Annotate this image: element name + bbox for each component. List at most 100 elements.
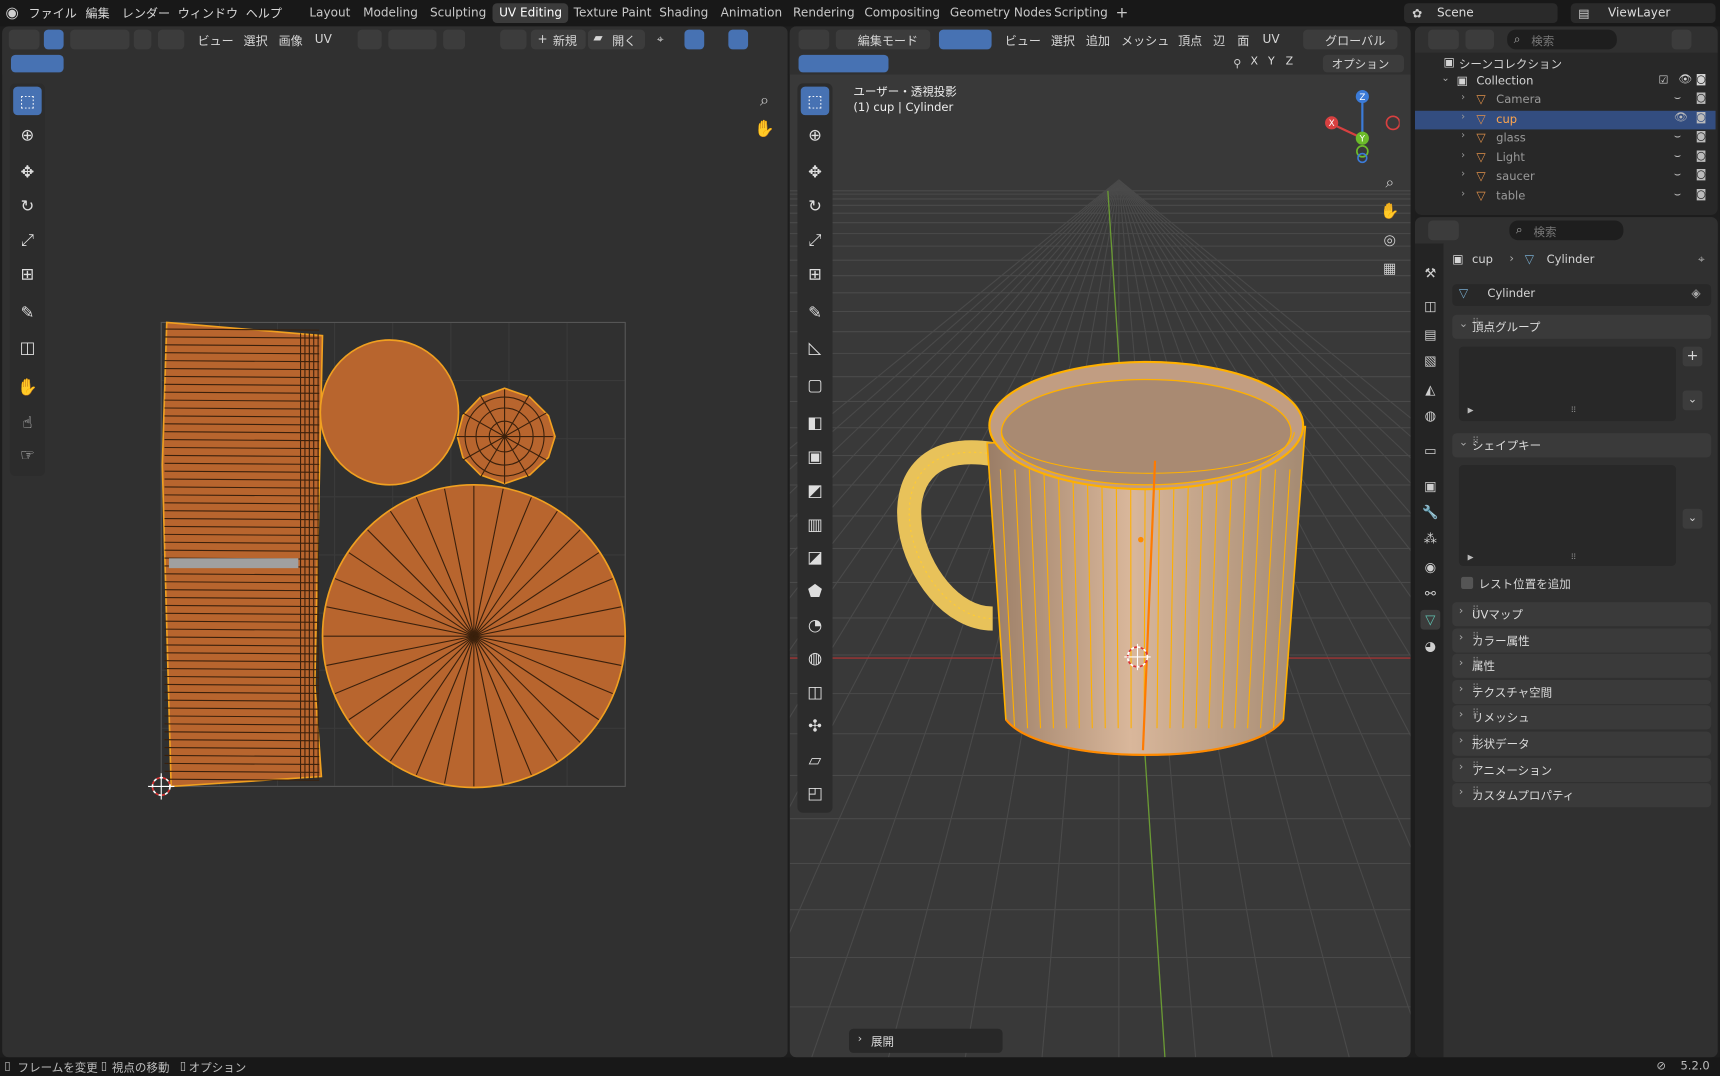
chevron-right-icon[interactable]: › (1461, 131, 1465, 142)
expand-icon[interactable]: ▶ (1468, 406, 1474, 415)
tab-rendering[interactable]: Rendering (786, 3, 861, 23)
checkbox-icon[interactable]: ☑ (1659, 75, 1669, 87)
zoom-icon[interactable]: ⌕ (1378, 171, 1402, 195)
eye-closed-icon[interactable]: ⌣ (1674, 131, 1681, 143)
chevron-down-icon[interactable]: ⌄ (1682, 390, 1703, 411)
resize-handle-icon[interactable]: ⠿ (1571, 553, 1577, 562)
expand-icon[interactable]: ▶ (1468, 553, 1474, 562)
outliner-editor-type[interactable] (1428, 29, 1459, 50)
add-rest-position-checkbox[interactable] (1461, 576, 1474, 589)
vp-menu-uv[interactable]: UV (1263, 32, 1280, 46)
shrink-fatten-tool[interactable]: ✣ (801, 712, 830, 741)
modifier-tab-icon[interactable]: 🔧 (1420, 502, 1440, 522)
drag-handle-icon[interactable]: ⠿ (1472, 709, 1705, 720)
display-mode[interactable] (1465, 29, 1494, 50)
tab-texture-paint[interactable]: Texture Paint (567, 3, 658, 23)
camera-icon[interactable]: ◙ (1696, 169, 1707, 181)
constraints-tab-icon[interactable]: ⚯ (1420, 583, 1440, 603)
eye-icon[interactable]: 👁 (1674, 111, 1688, 123)
data-tab-icon[interactable]: ▽ (1420, 609, 1441, 630)
tab-uv-editing[interactable]: UV Editing (492, 3, 569, 24)
menu-help[interactable]: ヘルプ (246, 4, 282, 22)
eye-closed-icon[interactable]: ⌣ (1674, 189, 1681, 201)
tab-geometry-nodes[interactable]: Geometry Nodes (943, 3, 1058, 23)
vp-menu-select[interactable]: 選択 (1051, 32, 1075, 50)
add-rest-position-row[interactable]: レスト位置を追加 (1461, 575, 1702, 593)
spin-tool[interactable]: ◔ (801, 611, 830, 640)
operator-redo-panel[interactable]: › 展開 (849, 1028, 1003, 1053)
outliner-item-cup[interactable]: › ▽ cup 👁 ◙ (1415, 110, 1716, 129)
menu-edit[interactable]: 編集 (86, 4, 110, 22)
rip-region-tool[interactable]: ◰ (801, 779, 830, 808)
camera-icon[interactable]: ◙ (1696, 92, 1707, 104)
vp-menu-view[interactable]: ビュー (1005, 32, 1041, 50)
shape-keys-panel-header[interactable]: ⌄ シェイプキー ⠿ (1452, 433, 1712, 458)
world-tab-icon[interactable]: ◍ (1420, 406, 1440, 426)
object-tab-icon[interactable]: ▣ (1420, 476, 1440, 496)
chevron-right-icon[interactable]: › (1461, 150, 1465, 161)
uv-canvas[interactable] (2, 26, 787, 1057)
camera-icon[interactable]: ◙ (1696, 131, 1707, 143)
tab-shading[interactable]: Shading (653, 3, 715, 23)
drag-handle-icon[interactable]: ⠿ (1472, 761, 1705, 772)
eye-icon[interactable]: 👁 (1678, 73, 1692, 85)
breadcrumb-data[interactable]: Cylinder (1547, 253, 1595, 266)
grid-view-icon[interactable]: ▦ (1378, 257, 1402, 281)
fake-user-icon[interactable]: ◈ (1691, 286, 1700, 300)
annotate-tool[interactable]: ✎ (801, 298, 830, 327)
drag-handle-icon[interactable]: ⠿ (1472, 657, 1705, 668)
properties-section-2[interactable]: › 属性 ⠿ (1452, 653, 1712, 679)
breadcrumb-object[interactable]: cup (1472, 253, 1493, 266)
vp-menu-mesh[interactable]: メッシュ (1121, 32, 1169, 50)
add-vertex-group-button[interactable]: + (1682, 346, 1703, 367)
hand-pan-icon[interactable]: ✋ (1378, 200, 1402, 224)
mirror-y-toggle[interactable]: Y (1268, 56, 1275, 68)
tab-modeling[interactable]: Modeling (356, 3, 424, 23)
rotate-tool[interactable]: ↻ (801, 192, 830, 221)
eye-closed-icon[interactable]: ⌣ (1674, 150, 1681, 162)
mesh-data-selector[interactable]: ▽ Cylinder ◈ (1452, 284, 1712, 307)
drag-handle-icon[interactable]: ⠿ (1472, 605, 1705, 616)
camera-icon[interactable]: ◙ (1696, 189, 1707, 201)
view-layer-tab-icon[interactable]: ▧ (1420, 351, 1440, 371)
scale-tool[interactable]: ⤢ (801, 226, 830, 255)
chevron-right-icon[interactable]: › (1461, 111, 1465, 122)
vp-menu-face[interactable]: 面 (1237, 32, 1249, 50)
orientation-selector[interactable]: グローバル (1303, 29, 1398, 50)
vp-menu-edge[interactable]: 辺 (1213, 32, 1225, 50)
properties-section-4[interactable]: › リメッシュ ⠿ (1452, 705, 1712, 730)
properties-section-6[interactable]: › アニメーション ⠿ (1452, 757, 1712, 782)
physics-tab-icon[interactable]: ◉ (1420, 557, 1440, 577)
collection-tab-icon[interactable]: ▭ (1420, 441, 1440, 461)
drag-handle-icon[interactable]: ⠿ (1472, 735, 1705, 746)
filter-button[interactable] (1671, 29, 1692, 50)
extrude-tool[interactable]: ◧ (801, 408, 830, 437)
chevron-right-icon[interactable]: › (1461, 169, 1465, 180)
vp-select-tools[interactable] (798, 54, 889, 73)
bevel-tool[interactable]: ◩ (801, 476, 830, 505)
vertex-groups-panel-header[interactable]: ⌄ 頂点グループ ⠿ (1452, 314, 1712, 339)
particles-tab-icon[interactable]: ⁂ (1420, 529, 1440, 549)
tool-tab-icon[interactable]: ⚒ (1420, 263, 1440, 283)
shape-keys-list[interactable]: ▶ ⠿ (1458, 465, 1677, 566)
select-mode-buttons[interactable] (938, 29, 992, 50)
properties-section-1[interactable]: › カラー属性 ⠿ (1452, 628, 1712, 653)
properties-section-0[interactable]: › UVマップ ⠿ (1452, 602, 1712, 627)
chevron-down-icon[interactable]: ⌄ (1682, 508, 1703, 529)
vertex-groups-list[interactable]: ▶ ⠿ (1458, 346, 1677, 422)
edge-slide-tool[interactable]: ◫ (801, 678, 830, 707)
properties-section-3[interactable]: › テクスチャ空間 ⠿ (1452, 679, 1712, 704)
measure-tool[interactable]: ◺ (801, 333, 830, 362)
mirror-x-toggle[interactable]: X (1250, 56, 1258, 68)
output-tab-icon[interactable]: ▤ (1420, 325, 1440, 345)
chevron-right-icon[interactable]: › (1461, 189, 1465, 200)
camera-icon[interactable]: ◙ (1696, 150, 1707, 162)
eye-closed-icon[interactable]: ⌣ (1674, 169, 1681, 181)
scene-tab-icon[interactable]: ◭ (1420, 379, 1440, 399)
scene-collection-row[interactable]: ▣ シーンコレクション (1415, 54, 1716, 73)
pin-icon[interactable]: ⌖ (1698, 252, 1705, 267)
outliner-item-table[interactable]: › ▽ table ⌣ ◙ (1415, 188, 1716, 207)
tab-scripting[interactable]: Scripting (1048, 3, 1115, 23)
eye-closed-icon[interactable]: ⌣ (1674, 92, 1681, 104)
drag-handle-icon[interactable]: ⠿ (1472, 787, 1705, 798)
